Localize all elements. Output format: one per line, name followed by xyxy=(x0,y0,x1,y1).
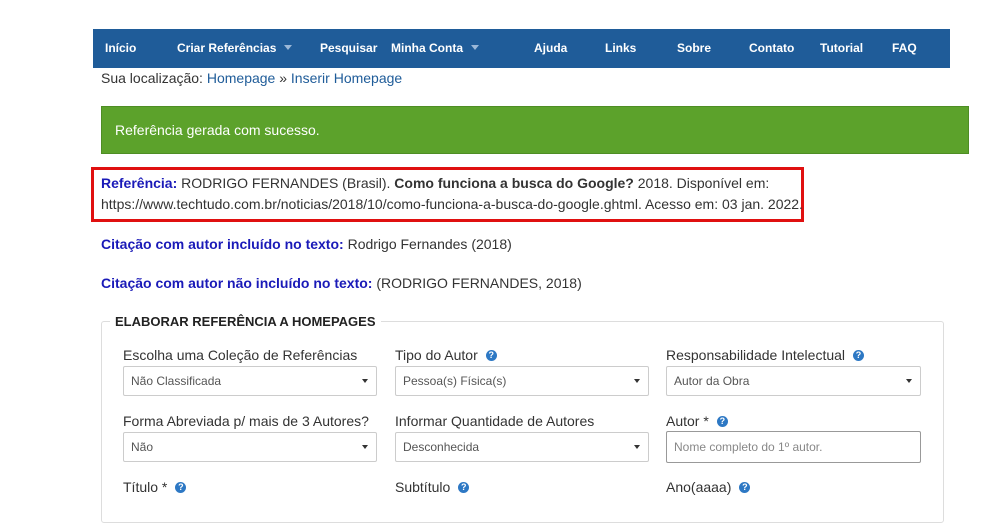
breadcrumb-separator: » xyxy=(279,70,288,86)
nav-ajuda[interactable]: Ajuda xyxy=(534,29,567,68)
responsabilidade-select[interactable]: Autor da Obra xyxy=(666,366,921,396)
nav-pesquisar[interactable]: Pesquisar xyxy=(320,29,377,68)
tipo-autor-label: Tipo do Autor? xyxy=(395,347,497,363)
nav-criar-referencias[interactable]: Criar Referências xyxy=(177,29,293,68)
citation-included: Citação com autor incluído no texto: Rod… xyxy=(101,236,512,252)
tipo-autor-label-text: Tipo do Autor xyxy=(395,347,478,363)
autor-label-text: Autor * xyxy=(666,413,709,429)
colecao-label: Escolha uma Coleção de Referências xyxy=(123,347,358,363)
nav-contato[interactable]: Contato xyxy=(749,29,794,68)
main-nav: Início Criar Referências Pesquisar Minha… xyxy=(93,29,950,68)
quantidade-select[interactable]: Desconhecida xyxy=(395,432,649,462)
citation-not-included-label: Citação com autor não incluído no texto: xyxy=(101,275,373,291)
autor-label: Autor *? xyxy=(666,413,728,429)
colecao-select[interactable]: Não Classificada xyxy=(123,366,377,396)
ano-label: Ano(aaaa)? xyxy=(666,479,751,495)
nav-faq[interactable]: FAQ xyxy=(892,29,917,68)
nav-sobre[interactable]: Sobre xyxy=(677,29,711,68)
nav-criar-referencias-label: Criar Referências xyxy=(177,41,277,55)
help-icon[interactable]: ? xyxy=(458,481,470,493)
dropdown-arrow-icon xyxy=(362,379,368,383)
colecao-value: Não Classificada xyxy=(131,374,222,388)
dropdown-arrow-icon xyxy=(634,445,640,449)
chevron-down-icon xyxy=(284,45,293,51)
reference-title: Como funciona a busca do Google? xyxy=(394,175,634,191)
chevron-down-icon xyxy=(471,45,479,51)
autor-input[interactable]: Nome completo do 1º autor. xyxy=(666,431,921,463)
citation-not-included-value: (RODRIGO FERNANDES, 2018) xyxy=(376,275,582,291)
reference-label: Referência: xyxy=(101,175,178,191)
reference-line-1: Referência: RODRIGO FERNANDES (Brasil). … xyxy=(101,175,769,191)
form-legend: ELABORAR REFERÊNCIA A HOMEPAGES xyxy=(110,314,381,329)
ano-label-text: Ano(aaaa) xyxy=(666,479,732,495)
dropdown-arrow-icon xyxy=(362,445,368,449)
help-icon[interactable]: ? xyxy=(716,415,728,427)
nav-minha-conta-label: Minha Conta xyxy=(391,41,463,55)
quantidade-value: Desconhecida xyxy=(403,440,480,454)
success-alert: Referência gerada com sucesso. xyxy=(101,106,969,154)
breadcrumb-prefix: Sua localização: xyxy=(101,70,203,86)
nav-links[interactable]: Links xyxy=(605,29,636,68)
nav-tutorial[interactable]: Tutorial xyxy=(820,29,863,68)
help-icon[interactable]: ? xyxy=(485,349,497,361)
responsabilidade-value: Autor da Obra xyxy=(674,374,750,388)
citation-included-value: Rodrigo Fernandes (2018) xyxy=(347,236,512,252)
responsabilidade-label-text: Responsabilidade Intelectual xyxy=(666,347,846,363)
forma-abreviada-select[interactable]: Não xyxy=(123,432,377,462)
dropdown-arrow-icon xyxy=(906,379,912,383)
reference-author: RODRIGO FERNANDES (Brasil). xyxy=(181,175,391,191)
forma-abreviada-value: Não xyxy=(131,440,154,454)
tipo-autor-select[interactable]: Pessoa(s) Física(s) xyxy=(395,366,649,396)
titulo-label-text: Título * xyxy=(123,479,168,495)
nav-inicio[interactable]: Início xyxy=(105,29,136,68)
autor-placeholder: Nome completo do 1º autor. xyxy=(674,440,823,454)
subtitulo-label-text: Subtítulo xyxy=(395,479,451,495)
help-icon[interactable]: ? xyxy=(175,481,187,493)
titulo-label: Título *? xyxy=(123,479,187,495)
forma-abreviada-label: Forma Abreviada p/ mais de 3 Autores? xyxy=(123,413,369,429)
responsabilidade-label: Responsabilidade Intelectual? xyxy=(666,347,865,363)
success-message: Referência gerada com sucesso. xyxy=(115,122,320,138)
citation-not-included: Citação com autor não incluído no texto:… xyxy=(101,275,582,291)
breadcrumb-current-link[interactable]: Inserir Homepage xyxy=(291,70,402,86)
citation-included-label: Citação com autor incluído no texto: xyxy=(101,236,344,252)
dropdown-arrow-icon xyxy=(634,379,640,383)
tipo-autor-value: Pessoa(s) Física(s) xyxy=(403,374,507,388)
nav-minha-conta[interactable]: Minha Conta xyxy=(391,29,479,68)
help-icon[interactable]: ? xyxy=(853,349,865,361)
breadcrumb-home-link[interactable]: Homepage xyxy=(207,70,276,86)
reference-after-title: 2018. Disponível em: xyxy=(637,175,770,191)
quantidade-label: Informar Quantidade de Autores xyxy=(395,413,595,429)
reference-line-2: https://www.techtudo.com.br/noticias/201… xyxy=(101,196,803,212)
breadcrumb: Sua localização: Homepage » Inserir Home… xyxy=(101,70,402,86)
subtitulo-label: Subtítulo? xyxy=(395,479,470,495)
help-icon[interactable]: ? xyxy=(739,481,751,493)
